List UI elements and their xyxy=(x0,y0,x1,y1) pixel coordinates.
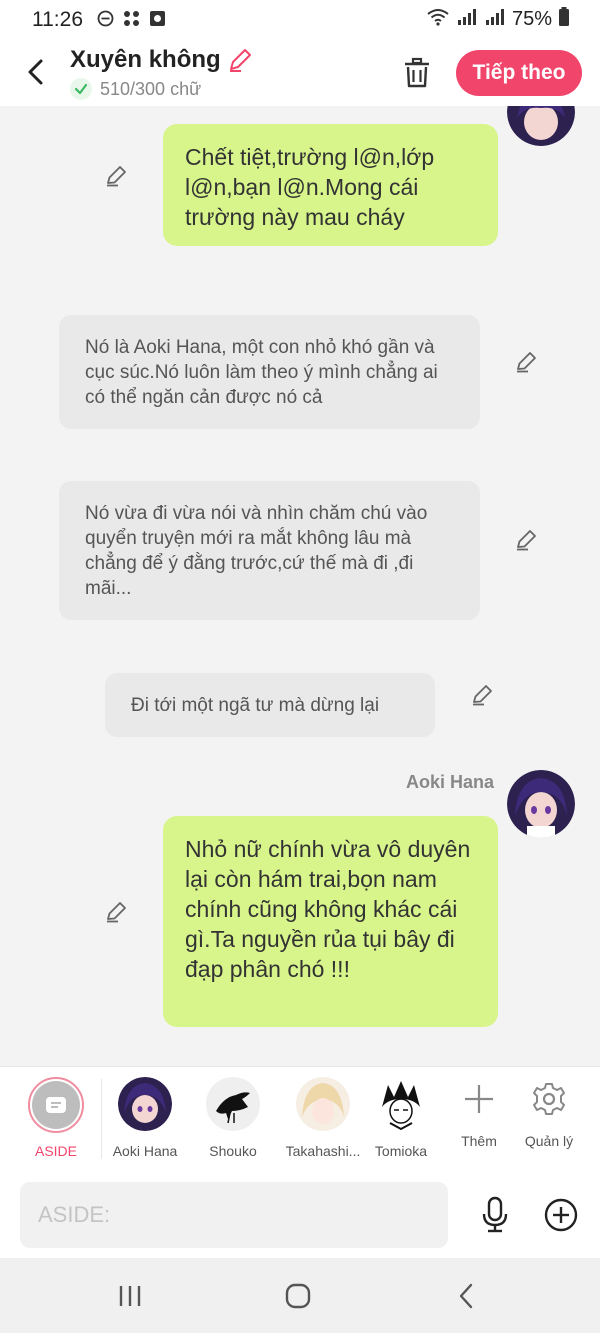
pencil-icon[interactable] xyxy=(227,47,253,73)
nav-back-icon xyxy=(459,1283,473,1309)
signal-icon-2 xyxy=(484,8,506,31)
message-input[interactable] xyxy=(20,1182,448,1248)
edit-message-4-icon[interactable] xyxy=(468,681,496,709)
avatar-aoki-hana[interactable] xyxy=(507,770,575,838)
character-name-aoki-hana: Aoki Hana xyxy=(112,1143,178,1159)
add-circle-icon xyxy=(544,1198,578,1232)
edit-message-3-icon[interactable] xyxy=(512,526,540,554)
check-icon xyxy=(70,78,92,100)
system-nav-bar xyxy=(0,1258,600,1333)
next-button[interactable]: Tiếp theo xyxy=(456,50,582,96)
attach-button[interactable] xyxy=(542,1194,580,1236)
do-not-disturb-icon xyxy=(96,9,114,27)
app-header: Xuyên không 510/300 chữ Tiếp theo xyxy=(0,38,600,106)
back-button[interactable] xyxy=(18,52,52,92)
character-bar: ASIDE Aoki Hana Shouko Takahashi... Tomi… xyxy=(0,1066,600,1170)
word-count-row: 510/300 chữ xyxy=(70,78,253,100)
character-takahashi[interactable]: Takahashi... xyxy=(280,1077,366,1159)
avatar-aoki-hana-top xyxy=(507,106,575,146)
recent-apps-icon xyxy=(119,1286,141,1306)
character-name-shouko: Shouko xyxy=(209,1143,257,1159)
plus-icon xyxy=(457,1077,501,1121)
status-bar: 11:26 75% xyxy=(0,0,600,38)
status-time: 11:26 xyxy=(32,8,83,31)
trash-icon xyxy=(405,57,429,88)
story-title[interactable]: Xuyên không xyxy=(70,46,253,74)
word-count: 510/300 chữ xyxy=(100,78,202,99)
manage-characters-button[interactable]: Quản lý xyxy=(506,1077,592,1149)
shouko-avatar xyxy=(206,1077,260,1131)
aside-bubble-3[interactable]: Nó vừa đi vừa nói và nhìn chăm chú vào q… xyxy=(59,481,480,620)
aside-bubble-2[interactable]: Nó là Aoki Hana, một con nhỏ khó gần và … xyxy=(59,315,480,429)
status-icons xyxy=(96,9,166,27)
status-right: 75% xyxy=(426,7,570,32)
tomioka-avatar xyxy=(374,1077,428,1131)
gear-icon xyxy=(527,1077,571,1121)
signal-icon-1 xyxy=(456,8,478,31)
recent-apps-button[interactable] xyxy=(110,1278,150,1314)
home-icon xyxy=(285,1283,311,1309)
character-name-tomioka: Tomioka xyxy=(374,1143,428,1159)
wifi-icon xyxy=(426,8,450,31)
speaker-name: Aoki Hana xyxy=(406,772,495,792)
chat-bubble-icon xyxy=(46,1097,66,1113)
message-bubble-5[interactable]: Nhỏ nữ chính vừa vô duyên lại còn hám tr… xyxy=(163,816,498,1027)
character-aoki-hana[interactable]: Aoki Hana xyxy=(102,1077,188,1159)
chevron-left-icon xyxy=(28,59,43,85)
character-aside[interactable]: ASIDE xyxy=(13,1077,99,1159)
aoki-hana-avatar xyxy=(118,1077,172,1131)
edit-message-1-icon[interactable] xyxy=(102,162,130,190)
edit-message-5-icon[interactable] xyxy=(102,898,130,926)
aside-bubble-4[interactable]: Đi tới một ngã tư mà dừng lại xyxy=(105,673,435,737)
delete-button[interactable] xyxy=(398,54,436,92)
manage-label: Quản lý xyxy=(524,1133,574,1149)
takahashi-avatar xyxy=(296,1077,350,1131)
home-button[interactable] xyxy=(278,1278,318,1314)
character-shouko[interactable]: Shouko xyxy=(190,1077,276,1159)
battery-icon xyxy=(558,7,570,32)
aside-avatar xyxy=(28,1077,84,1133)
story-title-text: Xuyên không xyxy=(70,46,221,73)
edit-message-2-icon[interactable] xyxy=(512,348,540,376)
message-bubble-1[interactable]: Chết tiệt,trường l@n,lớp l@n,bạn l@n.Mon… xyxy=(163,124,498,246)
character-tomioka[interactable]: Tomioka xyxy=(358,1077,444,1159)
character-name-takahashi: Takahashi... xyxy=(285,1143,361,1159)
character-name-aside: ASIDE xyxy=(34,1143,77,1159)
input-row xyxy=(0,1170,600,1258)
nav-back-button[interactable] xyxy=(446,1278,486,1314)
app-notification-icon xyxy=(122,9,140,27)
voice-input-button[interactable] xyxy=(476,1194,514,1236)
chat-area[interactable]: Chết tiệt,trường l@n,lớp l@n,bạn l@n.Mon… xyxy=(0,106,600,1066)
battery-percent: 75% xyxy=(511,8,552,30)
microphone-icon xyxy=(482,1196,508,1233)
title-block: Xuyên không 510/300 chữ xyxy=(70,46,253,100)
camera-notification-icon xyxy=(148,9,166,27)
